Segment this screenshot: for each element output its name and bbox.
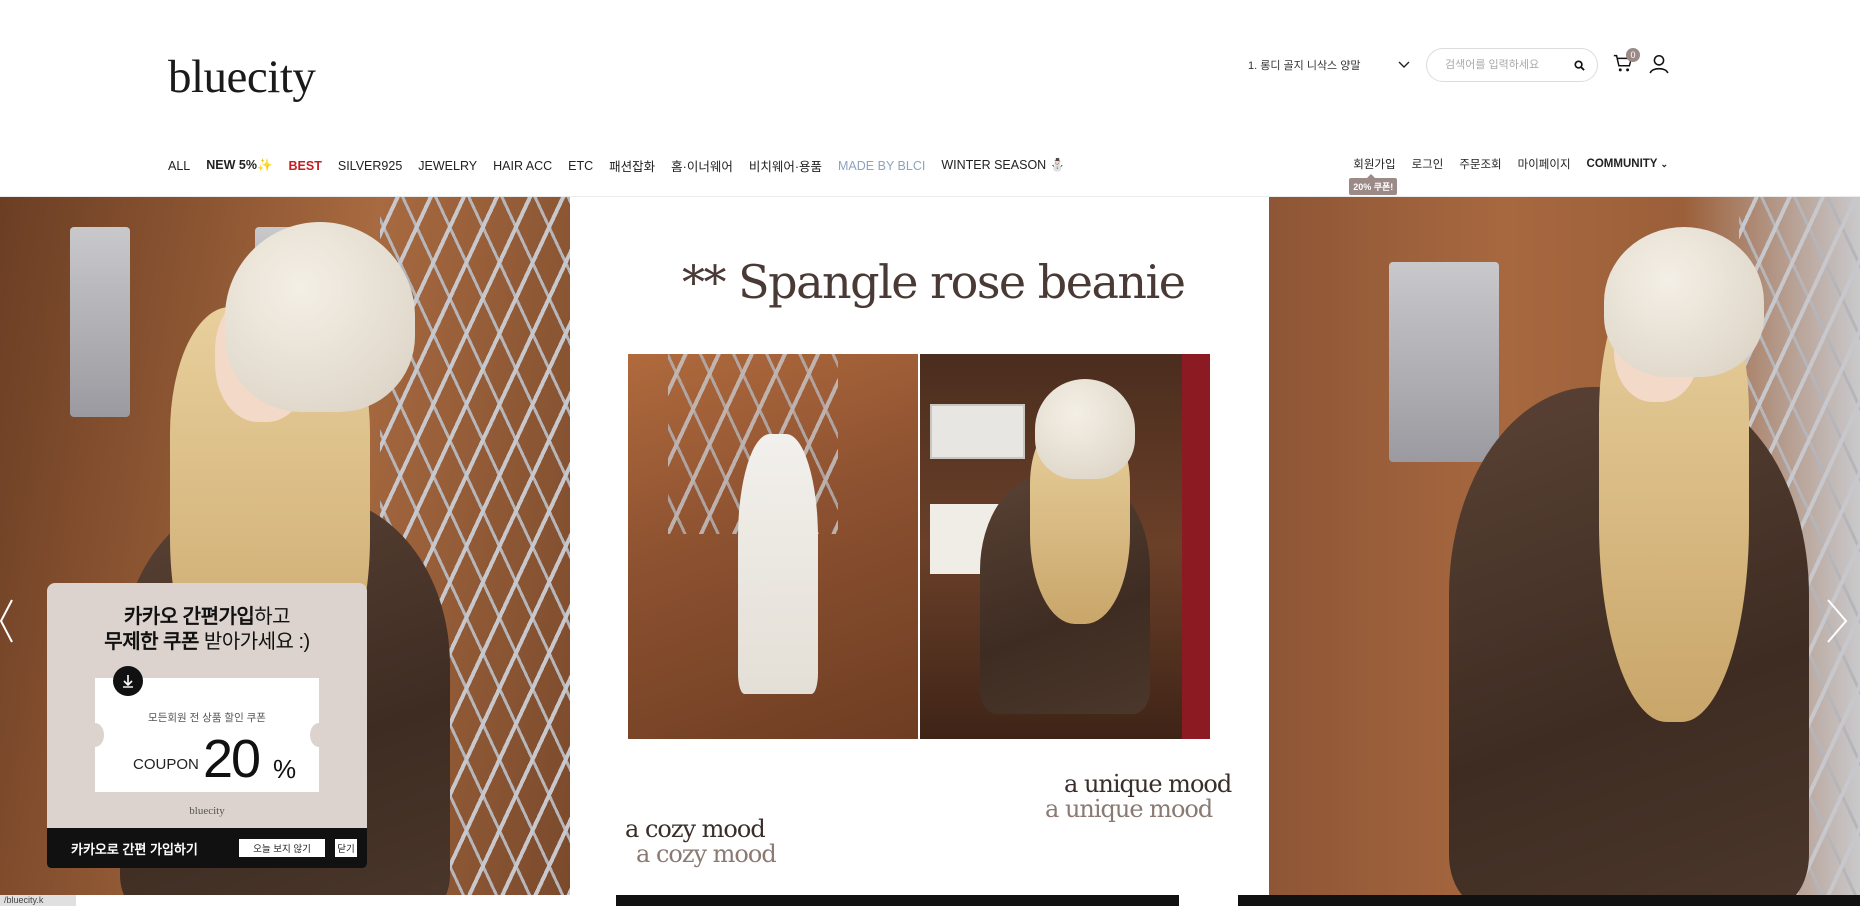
community-menu[interactable]: COMMUNITY ⌄ <box>1587 158 1668 170</box>
next-section-preview <box>616 895 1179 906</box>
popup-close-button[interactable]: 닫기 <box>335 839 357 857</box>
nav-item-winter-season[interactable]: WINTER SEASON ⛄ <box>941 158 1065 173</box>
utility-nav: 회원가입 20% 쿠폰! 로그인 주문조회 마이페이지 COMMUNITY ⌄ <box>1349 156 1668 195</box>
chevron-down-icon <box>1398 61 1410 68</box>
join-coupon-badge: 20% 쿠폰! <box>1349 174 1398 195</box>
logo[interactable]: bluecity <box>168 50 316 104</box>
cart-button[interactable]: 0 <box>1612 48 1640 78</box>
cart-count-badge: 0 <box>1626 48 1640 62</box>
elevator-panel <box>1389 262 1499 462</box>
popup-headline-2-bold: 무제한 쿠폰 <box>104 631 199 653</box>
beanie-figure <box>225 222 415 412</box>
arrow-left-icon <box>0 599 13 643</box>
nav-item-beachwear[interactable]: 비치웨어·용품 <box>749 156 822 175</box>
nav-item-made-by-blci[interactable]: MADE BY BLCI <box>838 159 925 173</box>
mirror-figure <box>738 434 818 694</box>
slide-photo-right[interactable] <box>1269 197 1860 895</box>
user-icon[interactable] <box>1648 53 1670 80</box>
arrow-right-icon <box>1827 599 1848 643</box>
nav-item-home-inner[interactable]: 홈·이너웨어 <box>671 156 733 175</box>
nav-item-new[interactable]: NEW 5%✨ <box>206 158 272 173</box>
kakao-signup-popup: 카카오 간편가입하고 무제한 쿠폰 받아가세요 :) 모든회원 전 상품 할인 … <box>47 583 367 868</box>
slide-title: ** Spangle rose beanie <box>682 255 1186 309</box>
coupon-word: COUPON <box>133 756 199 773</box>
coupon-value: 20 <box>203 729 261 789</box>
mood-text-cozy-shadow: a cozy mood <box>636 840 777 868</box>
popup-headline: 카카오 간편가입하고 무제한 쿠폰 받아가세요 :) <box>47 605 367 655</box>
next-section-preview <box>1238 895 1860 906</box>
coupon-subtitle: 모든회원 전 상품 할인 쿠폰 <box>148 712 266 724</box>
nav-item-etc[interactable]: ETC <box>568 159 593 173</box>
nav-item-hair-acc[interactable]: HAIR ACC <box>493 159 552 173</box>
join-link[interactable]: 회원가입 20% 쿠폰! <box>1349 156 1398 195</box>
search-icon[interactable] <box>1574 59 1585 71</box>
slider-prev-button[interactable] <box>0 598 22 649</box>
nav-item-all[interactable]: ALL <box>168 159 190 173</box>
product-photo-1 <box>628 354 918 739</box>
community-label: COMMUNITY <box>1586 158 1658 170</box>
nav-item-silver925[interactable]: SILVER925 <box>338 159 402 173</box>
nav-item-fashion-goods[interactable]: 패션잡화 <box>609 156 655 175</box>
coupon-unit: % <box>273 754 297 784</box>
status-bar-url: /bluecity.k <box>0 895 76 906</box>
coupon-notch <box>86 723 104 747</box>
main-nav: ALL NEW 5%✨ BEST SILVER925 JEWELRY HAIR … <box>168 156 1065 175</box>
product-photo-2 <box>920 354 1210 739</box>
popup-headline-2: 받아가세요 :) <box>198 631 310 653</box>
search-input[interactable] <box>1445 59 1574 71</box>
promo-select-value: 1. 롱디 골지 니삭스 양말 <box>1248 60 1361 72</box>
promo-select[interactable]: 1. 롱디 골지 니삭스 양말 <box>1248 52 1410 78</box>
chevron-down-icon: ⌄ <box>1660 159 1668 169</box>
red-curtain <box>1182 354 1210 739</box>
popup-headline-1: 하고 <box>254 606 291 628</box>
hide-today-button[interactable]: 오늘 보지 않기 <box>239 839 325 857</box>
slide-center[interactable]: ** Spangle rose beanie a unique mood a u… <box>570 197 1269 895</box>
elevator-panel <box>70 227 130 417</box>
mood-text-unique-shadow: a unique mood <box>1045 795 1213 823</box>
popup-action-bar: 카카오로 간편 가입하기 오늘 보지 않기 닫기 <box>47 828 367 868</box>
order-lookup-link[interactable]: 주문조회 <box>1459 156 1501 172</box>
coupon-card[interactable]: 모든회원 전 상품 할인 쿠폰 COUPON 20 % <box>86 666 328 792</box>
nav-item-best[interactable]: BEST <box>289 159 322 173</box>
login-link[interactable]: 로그인 <box>1412 156 1444 172</box>
beanie-figure <box>1604 227 1764 377</box>
beanie-figure <box>1035 379 1135 479</box>
mypage-link[interactable]: 마이페이지 <box>1518 156 1571 172</box>
popup-headline-1-bold: 카카오 간편가입 <box>123 606 255 628</box>
mood-text-unique: a unique mood <box>1064 770 1232 798</box>
slider-next-button[interactable] <box>1826 598 1848 649</box>
mood-text-cozy: a cozy mood <box>625 815 766 843</box>
popup-brand: bluecity <box>189 805 225 817</box>
booth-screen <box>930 404 1025 459</box>
download-icon[interactable] <box>113 666 143 696</box>
coupon-notch <box>310 723 328 747</box>
search-box <box>1426 48 1598 82</box>
kakao-signup-link[interactable]: 카카오로 간편 가입하기 <box>71 839 239 858</box>
nav-item-jewelry[interactable]: JEWELRY <box>418 159 477 173</box>
join-label: 회원가입 <box>1353 159 1396 171</box>
